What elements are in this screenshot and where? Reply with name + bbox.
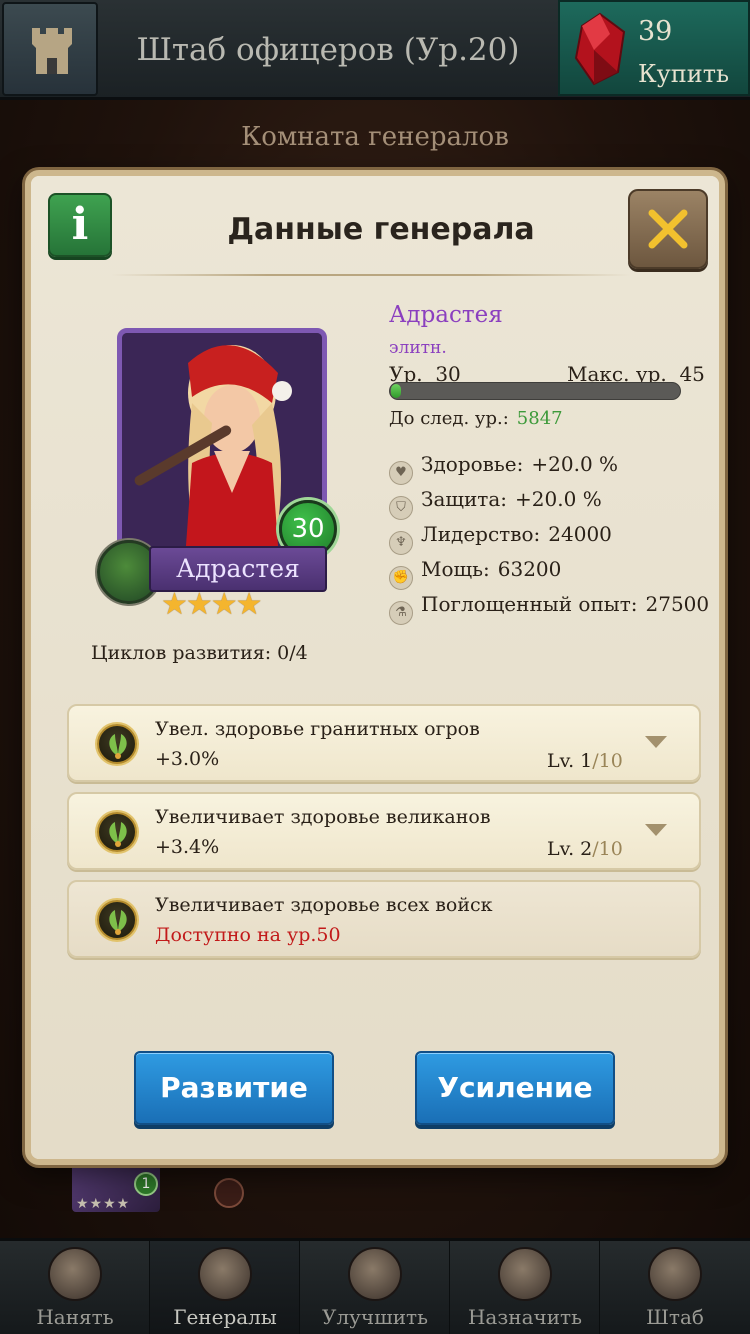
general-name-ribbon: Адрастея [149, 546, 327, 592]
info-button[interactable]: i [48, 193, 112, 257]
general-rarity: элитн. [389, 338, 447, 358]
star-rating: ★★★★ [76, 1196, 131, 1212]
nav-label: Нанять [36, 1305, 114, 1329]
general-details-dialog: i Данные генерала 30 Адрастея ★★★★ Адрас… [25, 170, 725, 1165]
gem-count: 39 [638, 16, 673, 47]
skill-name: Увеличивает здоровье всех войск [155, 894, 493, 916]
skill-value: +3.0% [155, 748, 220, 770]
close-icon [648, 209, 688, 249]
stat-value: 27500 [645, 592, 710, 616]
skill-level-max: /10 [592, 750, 623, 772]
role-icon [214, 1178, 244, 1208]
fist-icon: ✊ [389, 566, 413, 590]
helmet-icon [48, 1247, 102, 1301]
dialog-title: Данные генерала [227, 212, 535, 247]
buy-gems-button[interactable]: 39 Купить [558, 0, 750, 96]
nav-label: Назначить [467, 1305, 583, 1329]
bottom-navigation: Нанять Генералы Улучшить Назначить Штаб [0, 1238, 750, 1334]
stat-absorbed-xp: ⚗ Поглощенный опыт: 27500 [389, 592, 709, 625]
skill-row[interactable]: Увел. здоровье гранитных огров +3.0% Lv.… [67, 704, 701, 782]
stat-value: +20.0 % [531, 452, 619, 476]
next-level-info: До след. ур.: 5847 [389, 408, 563, 429]
star-rating: ★★★★ [161, 587, 263, 622]
nav-label: Улучшить [321, 1305, 429, 1329]
close-button[interactable] [628, 189, 708, 269]
chevron-down-icon[interactable] [645, 736, 667, 748]
buy-label: Купить [638, 60, 730, 88]
leaf-skill-icon [97, 900, 137, 940]
compass-star-icon [498, 1247, 552, 1301]
nav-hire[interactable]: Нанять [0, 1241, 150, 1334]
develop-button[interactable]: Развитие [134, 1051, 334, 1125]
experience-bar [389, 382, 681, 400]
stat-health: ♥ Здоровье: +20.0 % [389, 452, 618, 485]
skill-level-current: Lv. 2 [547, 838, 593, 860]
skill-row-locked: Увеличивает здоровье всех войск Доступно… [67, 880, 701, 958]
skill-level-max: /10 [592, 838, 623, 860]
top-bar: Штаб офицеров (Ур.20) 39 Купить [0, 0, 750, 100]
leaf-skill-icon [97, 812, 137, 852]
next-level-label: До след. ур.: [389, 408, 509, 429]
nav-label: Генералы [173, 1305, 277, 1329]
stat-label: Поглощенный опыт: [421, 592, 638, 616]
potion-icon: ⚗ [389, 601, 413, 625]
stat-power: ✊ Мощь: 63200 [389, 557, 561, 590]
experience-fill [391, 384, 401, 398]
skill-level: Lv. 2/10 [547, 838, 623, 860]
level-badge: 1 [134, 1172, 158, 1196]
skill-value: +3.4% [155, 836, 220, 858]
room-title: Комната генералов [241, 122, 509, 152]
stat-value: 24000 [548, 522, 612, 546]
leadership-icon: ♆ [389, 531, 413, 555]
chevron-down-icon[interactable] [645, 824, 667, 836]
stat-leadership: ♆ Лидерство: 24000 [389, 522, 612, 555]
stat-value: +20.0 % [515, 487, 602, 511]
skill-level: Lv. 1/10 [547, 750, 623, 772]
development-cycles: Циклов развития: 0/4 [91, 642, 308, 664]
boost-button[interactable]: Усиление [415, 1051, 615, 1125]
nav-upgrade[interactable]: Улучшить [300, 1241, 450, 1334]
chevron-rank-icon [348, 1247, 402, 1301]
skill-name: Увел. здоровье гранитных огров [155, 718, 480, 740]
nav-generals[interactable]: Генералы [150, 1241, 300, 1334]
ruby-gem-icon [574, 12, 626, 86]
stat-defense: ⛉ Защита: +20.0 % [389, 487, 602, 520]
headquarters-button[interactable] [2, 2, 98, 96]
title-divider [111, 274, 631, 276]
heart-icon: ♥ [389, 461, 413, 485]
next-level-value: 5847 [516, 408, 563, 429]
generals-helmets-icon [198, 1247, 252, 1301]
skill-row[interactable]: Увеличивает здоровье великанов +3.4% Lv.… [67, 792, 701, 870]
nav-label: Штаб [646, 1305, 704, 1329]
stat-label: Мощь: [421, 557, 490, 581]
stat-label: Защита: [421, 487, 508, 511]
nav-assign[interactable]: Назначить [450, 1241, 600, 1334]
castle-icon [648, 1247, 702, 1301]
nav-headquarters[interactable]: Штаб [600, 1241, 750, 1334]
skill-unlock-requirement: Доступно на ур.50 [155, 924, 341, 946]
skill-level-current: Lv. 1 [547, 750, 593, 772]
stat-label: Здоровье: [421, 452, 524, 476]
stat-value: 63200 [497, 557, 562, 581]
skill-name: Увеличивает здоровье великанов [155, 806, 491, 828]
stat-label: Лидерство: [421, 522, 541, 546]
page-title: Штаб офицеров (Ур.20) [136, 32, 520, 68]
leaf-skill-icon [97, 724, 137, 764]
general-name: Адрастея [389, 302, 503, 328]
dialog-body: i Данные генерала 30 Адрастея ★★★★ Адрас… [31, 176, 719, 1159]
shield-icon: ⛉ [389, 496, 413, 520]
castle-icon [32, 28, 72, 74]
